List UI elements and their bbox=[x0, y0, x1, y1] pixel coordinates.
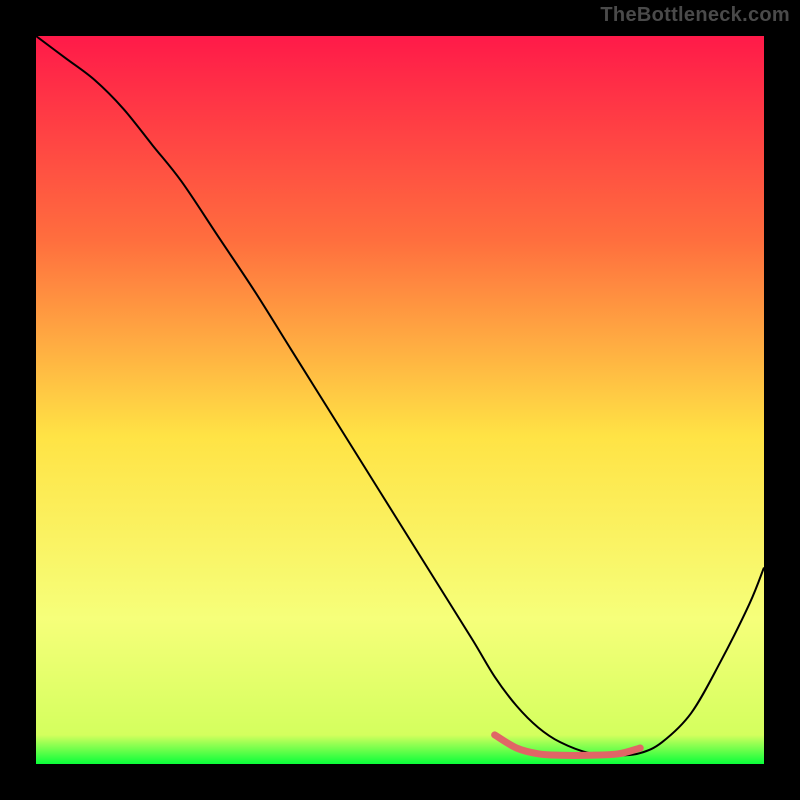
chart-svg bbox=[36, 36, 764, 764]
chart-wrapper: TheBottleneck.com bbox=[0, 0, 800, 800]
watermark-text: TheBottleneck.com bbox=[600, 4, 790, 27]
gradient-background bbox=[36, 36, 764, 764]
plot-area bbox=[36, 36, 764, 764]
